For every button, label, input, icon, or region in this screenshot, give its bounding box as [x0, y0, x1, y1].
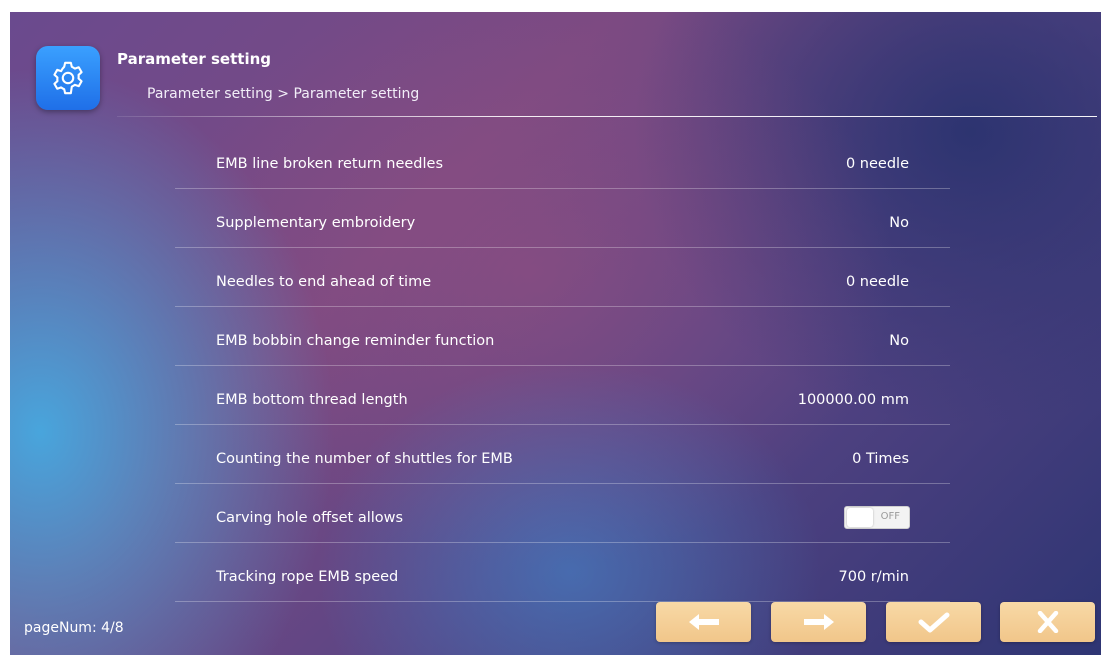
param-label: Tracking rope EMB speed	[216, 569, 399, 585]
page-title: Parameter setting	[117, 50, 271, 68]
carving-hole-offset-toggle[interactable]: OFF	[844, 506, 910, 529]
previous-page-button[interactable]	[656, 602, 751, 642]
close-icon	[1037, 611, 1058, 633]
param-value[interactable]: 0 Times	[852, 451, 909, 467]
param-row[interactable]: Counting the number of shuttles for EMB …	[175, 427, 950, 484]
param-value[interactable]: 100000.00 mm	[798, 392, 909, 408]
header-divider	[117, 116, 1097, 117]
confirm-button[interactable]	[886, 602, 981, 642]
param-value[interactable]: 700 r/min	[839, 569, 909, 585]
next-page-button[interactable]	[771, 602, 866, 642]
param-label: Counting the number of shuttles for EMB	[216, 451, 513, 467]
param-row[interactable]: EMB bottom thread length 100000.00 mm	[175, 368, 950, 425]
checkmark-icon	[918, 612, 949, 633]
param-label: Needles to end ahead of time	[216, 274, 432, 290]
param-label: Supplementary embroidery	[216, 215, 416, 231]
param-label: Carving hole offset allows	[216, 510, 404, 526]
parameter-screen: Parameter setting Parameter setting > Pa…	[10, 12, 1101, 655]
param-label: EMB bobbin change reminder function	[216, 333, 495, 349]
param-value[interactable]: 0 needle	[846, 156, 909, 172]
param-row[interactable]: EMB line broken return needles 0 needle	[175, 132, 950, 189]
toggle-state: OFF	[880, 511, 900, 522]
param-value[interactable]: No	[889, 215, 909, 231]
breadcrumb: Parameter setting > Parameter setting	[147, 86, 420, 102]
param-value[interactable]: No	[889, 333, 909, 349]
param-row[interactable]: Tracking rope EMB speed 700 r/min	[175, 545, 950, 602]
page-number: pageNum: 4/8	[24, 620, 124, 636]
param-row[interactable]: Carving hole offset allows OFF	[175, 486, 950, 543]
arrow-left-icon	[688, 614, 719, 630]
close-button[interactable]	[1000, 602, 1095, 642]
param-row[interactable]: Supplementary embroidery No	[175, 191, 950, 248]
param-row[interactable]: EMB bobbin change reminder function No	[175, 309, 950, 366]
param-label: EMB bottom thread length	[216, 392, 408, 408]
gear-icon	[53, 61, 83, 95]
parameter-list: EMB line broken return needles 0 needle …	[175, 132, 950, 604]
app-icon[interactable]	[36, 46, 100, 110]
param-row[interactable]: Needles to end ahead of time 0 needle	[175, 250, 950, 307]
arrow-right-icon	[803, 614, 834, 630]
toggle-knob	[847, 508, 873, 527]
param-label: EMB line broken return needles	[216, 156, 444, 172]
param-value[interactable]: 0 needle	[846, 274, 909, 290]
